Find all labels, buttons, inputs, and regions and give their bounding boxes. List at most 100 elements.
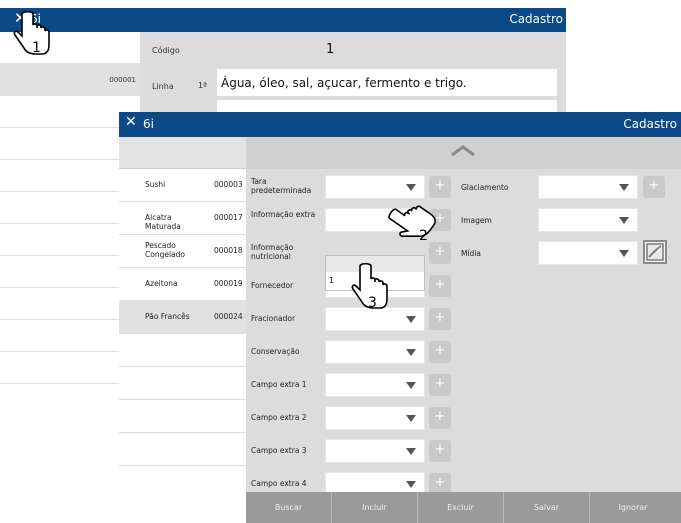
hand-cursor-icon: 1: [13, 10, 50, 56]
chevron-down-icon: [406, 481, 416, 488]
list-item[interactable]: [119, 367, 246, 400]
image-edit-button[interactable]: [643, 240, 667, 264]
extra-1-select[interactable]: [325, 373, 425, 397]
add-fracionador-button[interactable]: +: [429, 308, 451, 330]
svg-text:2: 2: [419, 228, 428, 244]
list-item[interactable]: Alcatra Maturada 000017: [119, 202, 246, 235]
add-conservacao-button[interactable]: +: [429, 341, 451, 363]
chevron-down-icon: [406, 415, 416, 422]
item-name: Alcatra Maturada: [145, 213, 181, 231]
dropdown-option[interactable]: 1: [329, 276, 334, 285]
field-label: Fracionador: [251, 314, 296, 323]
add-glaciamento-button[interactable]: +: [643, 176, 665, 198]
list-item[interactable]: [119, 334, 246, 367]
hand-cursor-icon: 3: [351, 262, 388, 311]
linha-label: Linha: [152, 82, 174, 91]
window-title: Cadastro: [623, 117, 677, 131]
field-label: Campo extra 3: [251, 446, 307, 455]
add-extra-2-button[interactable]: +: [429, 407, 451, 429]
field-label: Conservação: [251, 347, 300, 356]
field-label: Informação nutricional: [251, 243, 294, 261]
item-name: Sushi: [145, 180, 166, 189]
form-panel: Tara predeterminada + Informação extra +…: [246, 137, 681, 499]
svg-text:3: 3: [368, 295, 377, 311]
imagem-label: Imagem: [461, 216, 492, 225]
list-item[interactable]: [119, 433, 246, 466]
glaciamento-select[interactable]: [538, 175, 638, 199]
field-fornecedor: Fornecedor +: [246, 269, 681, 302]
chevron-down-icon: [406, 448, 416, 455]
chevron-up-icon: [451, 145, 475, 157]
item-name: Pão Francês: [145, 312, 190, 321]
linha-number: 1ª: [198, 81, 207, 90]
add-tara-button[interactable]: +: [429, 176, 451, 198]
linha-input[interactable]: Água, óleo, sal, açucar, fermento e trig…: [217, 69, 557, 96]
excluir-button[interactable]: Excluir: [418, 492, 504, 523]
pointer-hand-1: 1: [12, 10, 52, 58]
chevron-down-icon: [406, 184, 416, 191]
add-extra-3-button[interactable]: +: [429, 440, 451, 462]
field-label: Campo extra 2: [251, 413, 307, 422]
salvar-button[interactable]: Salvar: [504, 492, 590, 523]
pointer-hand-3: 3: [348, 262, 390, 314]
list-item[interactable]: Sushi 000003: [119, 169, 246, 202]
item-code: 000003: [214, 180, 243, 189]
field-extra-3: Campo extra 3 +: [246, 434, 681, 467]
item-code: 000017: [214, 213, 243, 222]
field-label: Campo extra 4: [251, 479, 307, 488]
screen: ✕ 6i Cadastro 000001 Código 1 Linha 1ª Á…: [0, 0, 681, 523]
field-label: Campo extra 1: [251, 380, 307, 389]
svg-text:1: 1: [32, 40, 41, 56]
record-list: Sushi 000003 Alcatra Maturada 000017 Pes…: [119, 137, 246, 499]
list-item[interactable]: Azeitona 000019: [119, 268, 246, 301]
field-conservacao: Conservação +: [246, 335, 681, 368]
chevron-down-icon: [406, 349, 416, 356]
image-edit-icon: [646, 243, 664, 261]
field-fracionador: Fracionador +: [246, 302, 681, 335]
codigo-label: Código: [152, 46, 180, 55]
window-title: Cadastro: [509, 12, 563, 26]
extra-2-select[interactable]: [325, 406, 425, 430]
codigo-value: 1: [326, 42, 335, 57]
action-bar: Buscar Incluir Excluir Salvar Ignorar: [246, 492, 681, 523]
midia-select[interactable]: [538, 241, 638, 265]
glaciamento-label: Glaciamento: [461, 183, 509, 192]
field-label: Informação extra: [251, 210, 316, 219]
item-code: 000019: [214, 279, 243, 288]
field-extra-1: Campo extra 1 +: [246, 368, 681, 401]
app-label: 6i: [143, 117, 154, 131]
hand-cursor-icon: 2: [388, 205, 436, 244]
chevron-down-icon: [619, 217, 629, 224]
item-name: Pescado Congelado: [145, 241, 185, 259]
incluir-button[interactable]: Incluir: [332, 492, 418, 523]
chevron-down-icon: [619, 184, 629, 191]
item-code: 000024: [214, 312, 243, 321]
buscar-button[interactable]: Buscar: [246, 492, 332, 523]
conservacao-select[interactable]: [325, 340, 425, 364]
chevron-down-icon: [406, 316, 416, 323]
field-extra-2: Campo extra 2 +: [246, 401, 681, 434]
midia-label: Mídia: [461, 249, 481, 258]
list-header: [119, 137, 246, 169]
ignorar-button[interactable]: Ignorar: [590, 492, 676, 523]
scroll-up-button[interactable]: [246, 137, 681, 169]
imagem-select[interactable]: [538, 208, 638, 232]
field-label: Tara predeterminada: [251, 177, 312, 195]
pointer-hand-2: 2: [383, 200, 443, 250]
list-item[interactable]: Pescado Congelado 000018: [119, 235, 246, 268]
back-titlebar: ✕ 6i Cadastro: [0, 8, 566, 32]
add-extra-1-button[interactable]: +: [429, 374, 451, 396]
field-label: Fornecedor: [251, 281, 294, 290]
list-item-selected[interactable]: Pão Francês 000024: [119, 301, 246, 334]
close-icon[interactable]: ✕: [125, 114, 137, 130]
list-item-selected[interactable]: 000001: [0, 64, 140, 96]
record-code: 000001: [109, 76, 136, 84]
add-fornecedor-button[interactable]: +: [429, 275, 451, 297]
chevron-down-icon: [619, 250, 629, 257]
item-name: Azeitona: [145, 279, 178, 288]
list-item[interactable]: [119, 400, 246, 433]
chevron-down-icon: [406, 382, 416, 389]
tara-select[interactable]: [325, 175, 425, 199]
front-window: ✕ 6i Cadastro Sushi 000003 Alcatra Matur…: [119, 112, 681, 523]
extra-3-select[interactable]: [325, 439, 425, 463]
